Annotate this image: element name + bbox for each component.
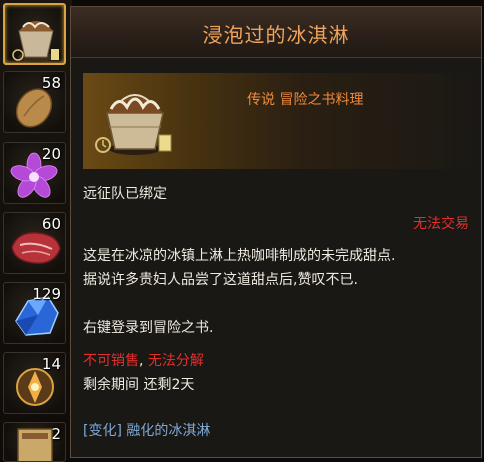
slot-count: 58 xyxy=(41,74,61,92)
item-rarity: 传说 冒险之书料理 xyxy=(247,92,364,108)
bound-status: 远征队已绑定 xyxy=(83,186,167,202)
trade-status: 无法交易 xyxy=(413,216,469,232)
separator: , xyxy=(139,353,144,369)
description-line-2: 据说许多贵妇人品尝了这道甜点后,赞叹不已. xyxy=(83,272,358,288)
item-tooltip: 浸泡过的冰淇淋 传说 冒险之书料理 远征队已绑定 无法交易 这是在冰凉的冰镇上淋… xyxy=(70,6,482,458)
slot-count: 20 xyxy=(41,145,61,163)
inventory-slot-scroll[interactable]: 2 xyxy=(3,422,66,462)
expiry-time: 剩余期间 还剩2天 xyxy=(83,377,195,393)
restrictions: 不可销售, 无法分解 xyxy=(83,350,204,370)
no-sell-label: 不可销售 xyxy=(83,353,139,369)
inventory-slot-flower[interactable]: 20 xyxy=(3,142,66,204)
no-dismantle-label: 无法分解 xyxy=(147,353,204,369)
inventory-slot-ice-cream[interactable] xyxy=(3,3,66,65)
ice-cream-icon xyxy=(95,94,172,155)
description-line-1: 这是在冰凉的冰镇上淋上热咖啡制成的未完成甜点. xyxy=(83,248,396,264)
slot-count: 129 xyxy=(32,285,61,303)
item-title: 浸泡过的冰淇淋 xyxy=(202,23,350,47)
inventory-slot-crystal[interactable]: 129 xyxy=(3,282,66,344)
ice-cream-icon xyxy=(12,21,59,62)
inventory-slot-ornament[interactable]: 14 xyxy=(3,352,66,414)
inventory-slot-meat[interactable]: 60 xyxy=(3,212,66,274)
inventory-slot-almond[interactable]: 58 xyxy=(3,71,66,133)
inventory-column: 58 20 60 129 14 2 xyxy=(0,0,72,462)
transform-link[interactable]: [变化] 融化的冰淇淋 xyxy=(83,420,210,440)
tooltip-header: 浸泡过的冰淇淋 xyxy=(71,7,481,58)
slot-count: 14 xyxy=(41,355,61,373)
slot-count: 60 xyxy=(41,215,61,233)
slot-count: 2 xyxy=(51,425,61,443)
register-hint: 右键登录到冒险之书. xyxy=(83,320,214,336)
